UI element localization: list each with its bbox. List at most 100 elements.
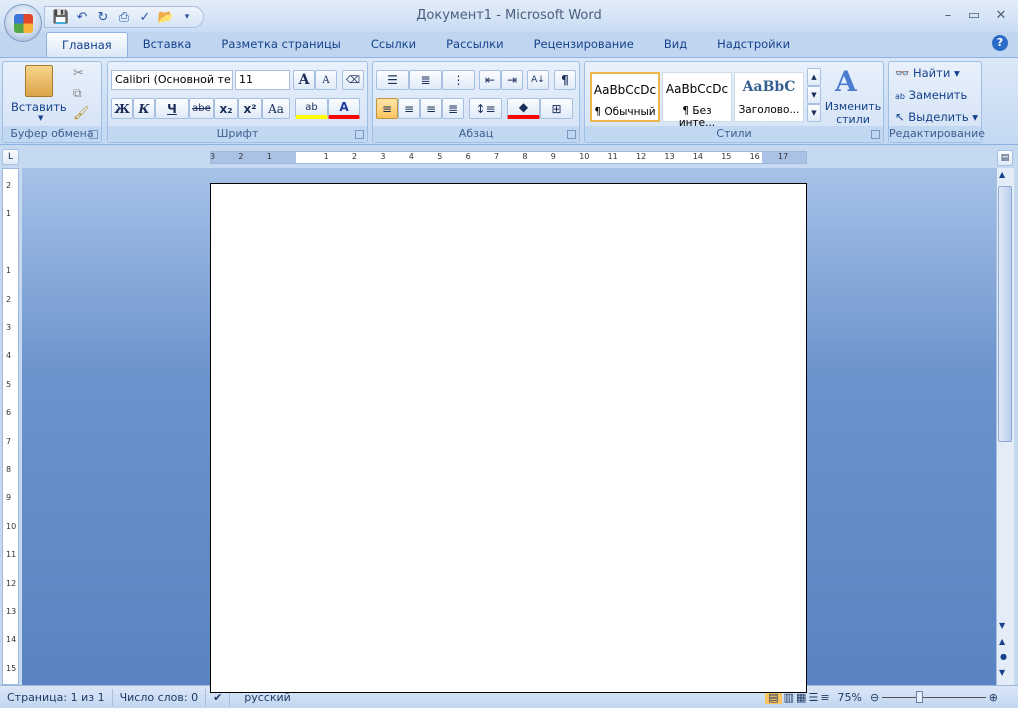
shading-button[interactable]: ◆ — [507, 98, 540, 119]
office-button[interactable] — [4, 4, 42, 42]
next-page-icon[interactable]: ▼ — [999, 668, 1005, 677]
tab-home[interactable]: Главная — [46, 32, 128, 57]
style-heading1[interactable]: AaBbC Заголово... — [734, 72, 804, 122]
ruler-tick-label: 4 — [408, 152, 414, 161]
show-marks-button[interactable]: ¶ — [554, 70, 576, 90]
maximize-button[interactable]: ▭ — [964, 8, 984, 24]
styles-launcher-icon[interactable] — [871, 130, 880, 139]
style-normal[interactable]: AaBbCcDc ¶ Обычный — [590, 72, 660, 122]
zoom-in-icon[interactable]: ⊕ — [989, 691, 998, 704]
align-left-button[interactable]: ≡ — [376, 98, 398, 119]
align-right-button[interactable]: ≡ — [420, 98, 442, 119]
minimize-button[interactable]: – — [938, 8, 958, 24]
browse-object-icon[interactable]: ● — [1000, 652, 1007, 661]
view-ruler-button[interactable]: ▤ — [997, 150, 1013, 166]
ribbon: Вставить ▼ ✂ ⧉ 🖌 Буфер обмена Calibri (О… — [0, 57, 1018, 145]
paste-dropdown-icon[interactable]: ▼ — [38, 114, 43, 122]
bold-button[interactable]: Ж — [111, 98, 133, 119]
ruler-tick-label: 14 — [6, 635, 17, 645]
replace-label: Заменить — [908, 88, 968, 102]
font-size-select[interactable]: 11 — [235, 70, 290, 90]
decrease-indent-button[interactable]: ⇤ — [479, 70, 501, 90]
clipboard-launcher-icon[interactable] — [89, 130, 98, 139]
grow-font-button[interactable]: A — [293, 70, 315, 90]
ruler-tick-label: 7 — [6, 436, 12, 446]
vertical-ruler[interactable]: 2 1 1 2 3 4 5 6 7 8 9 10 11 12 13 14 15 — [2, 168, 19, 685]
tab-insert[interactable]: Вставка — [128, 32, 207, 57]
styles-scroll-up-icon[interactable]: ▲ — [807, 68, 821, 86]
help-button[interactable]: ? — [992, 35, 1008, 51]
previous-page-icon[interactable]: ▲ — [999, 637, 1005, 646]
underline-button[interactable]: Ч — [155, 98, 189, 119]
ruler-tick-label: 2 — [352, 152, 358, 161]
align-center-button[interactable]: ≡ — [398, 98, 420, 119]
binoculars-icon: 👓 — [895, 66, 910, 80]
bullets-button[interactable]: ☰ — [376, 70, 409, 90]
superscript-button[interactable]: x² — [238, 98, 262, 119]
vertical-scrollbar[interactable]: ▲ ▼ ▲ ● ▼ — [996, 168, 1014, 685]
paste-button[interactable]: Вставить — [11, 100, 67, 114]
scroll-up-icon[interactable]: ▲ — [999, 170, 1005, 179]
paragraph-label: Абзац — [373, 126, 579, 142]
horizontal-ruler[interactable]: 3 2 1 1 2 3 4 5 6 7 8 9 10 11 12 13 14 15 16 17 — [210, 151, 807, 164]
styles-more-icon[interactable]: ▼ — [807, 104, 821, 122]
font-name-select[interactable]: Calibri (Основной те — [111, 70, 233, 90]
zoom-out-icon[interactable]: ⊖ — [870, 691, 879, 704]
borders-button[interactable]: ⊞ — [540, 98, 573, 119]
select-button[interactable]: ↖ Выделить ▾ — [895, 110, 978, 124]
ruler-tick-label: 1 — [6, 266, 12, 276]
paragraph-launcher-icon[interactable] — [567, 130, 576, 139]
ruler-tick-label: 9 — [550, 152, 556, 161]
replace-button[interactable]: ab Заменить — [895, 88, 967, 102]
ruler-tick-label: 3 — [210, 152, 216, 161]
sort-button[interactable]: A↓ — [527, 70, 549, 90]
style-no-spacing[interactable]: AaBbCcDc ¶ Без инте... — [662, 72, 732, 129]
document-page[interactable] — [210, 183, 807, 693]
justify-button[interactable]: ≣ — [442, 98, 464, 119]
tab-view[interactable]: Вид — [649, 32, 702, 57]
zoom-level[interactable]: 75% — [830, 691, 870, 704]
page-count[interactable]: Страница: 1 из 1 — [0, 688, 113, 706]
change-styles-icon[interactable]: A — [835, 65, 857, 98]
style-name: ¶ Обычный — [594, 106, 656, 118]
close-button[interactable]: ✕ — [991, 8, 1011, 24]
change-styles-button[interactable]: Изменить стили — [823, 100, 883, 126]
tab-page-layout[interactable]: Разметка страницы — [206, 32, 355, 57]
tab-mailings[interactable]: Рассылки — [431, 32, 518, 57]
font-color-button[interactable]: A — [328, 98, 360, 119]
tab-references[interactable]: Ссылки — [356, 32, 431, 57]
paste-icon[interactable] — [25, 65, 53, 97]
scroll-thumb[interactable] — [998, 186, 1012, 442]
shrink-font-button[interactable]: A — [315, 70, 337, 90]
change-case-button[interactable]: Aa — [262, 98, 290, 119]
strikethrough-button[interactable]: abe — [189, 98, 214, 119]
zoom-slider[interactable]: ⊖ ⊕ — [870, 690, 998, 704]
copy-icon[interactable]: ⧉ — [73, 86, 82, 101]
styles-scroll-down-icon[interactable]: ▼ — [807, 86, 821, 104]
ruler-tick-label: 1 — [323, 152, 329, 161]
tab-selector-button[interactable]: L — [2, 149, 19, 165]
multilevel-list-button[interactable]: ⋮ — [442, 70, 475, 90]
ruler-margin-left — [211, 152, 296, 163]
styles-label: Стили — [585, 126, 883, 142]
ribbon-tabs: Главная Вставка Разметка страницы Ссылки… — [0, 32, 1018, 57]
tab-review[interactable]: Рецензирование — [519, 32, 649, 57]
tab-addins[interactable]: Надстройки — [702, 32, 805, 57]
ruler-tick-label: 15 — [721, 152, 732, 161]
scroll-down-icon[interactable]: ▼ — [999, 621, 1005, 630]
subscript-button[interactable]: x₂ — [214, 98, 238, 119]
zoom-thumb[interactable] — [915, 690, 923, 703]
font-launcher-icon[interactable] — [355, 130, 364, 139]
find-button[interactable]: 👓 Найти ▾ — [895, 66, 960, 80]
cut-icon[interactable]: ✂ — [73, 66, 84, 81]
line-spacing-button[interactable]: ↕≡ — [469, 98, 502, 119]
clear-formatting-button[interactable]: ⌫ — [342, 70, 364, 90]
italic-button[interactable]: К — [133, 98, 155, 119]
word-count[interactable]: Число слов: 0 — [113, 688, 207, 706]
numbering-button[interactable]: ≣ — [409, 70, 442, 90]
draft-view-icon[interactable]: ≡ — [820, 691, 829, 704]
highlight-button[interactable]: ab — [295, 98, 328, 119]
increase-indent-button[interactable]: ⇥ — [501, 70, 523, 90]
format-painter-icon[interactable]: 🖌 — [73, 106, 90, 121]
outline-view-icon[interactable]: ☰ — [808, 691, 818, 704]
